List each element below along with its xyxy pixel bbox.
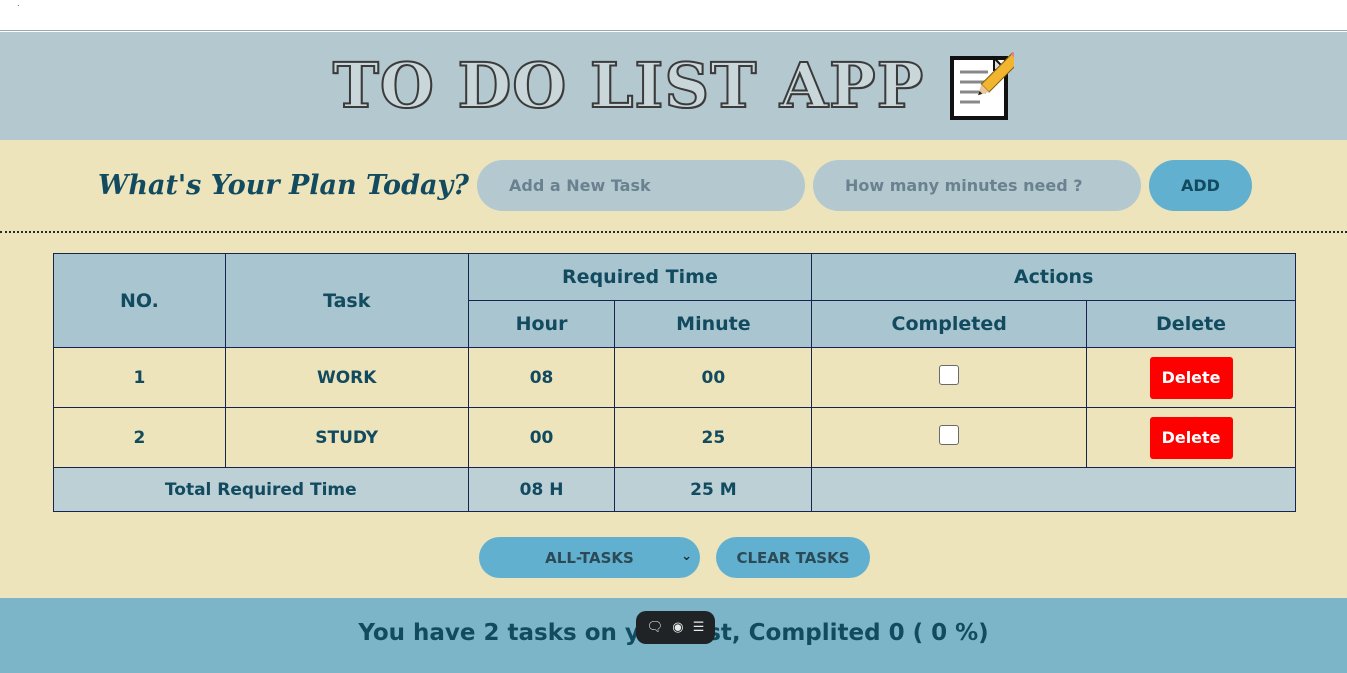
header-minute: Minute bbox=[614, 300, 813, 348]
row-no: 1 bbox=[53, 347, 226, 408]
plan-prompt: What's Your Plan Today? bbox=[98, 170, 469, 201]
delete-button[interactable]: Delete bbox=[1149, 416, 1233, 459]
total-hour: 08 H bbox=[467, 467, 616, 512]
footer-summary-bar: You have 2 tasks on your list, Complited… bbox=[0, 598, 1347, 673]
total-empty bbox=[811, 467, 1296, 512]
total-minute: 25 M bbox=[614, 467, 813, 512]
total-label: Total Required Time bbox=[53, 467, 469, 512]
new-task-form: What's Your Plan Today? ADD bbox=[0, 160, 1347, 212]
filter-select[interactable]: ALL-TASKS ⌄ bbox=[479, 537, 700, 578]
memo-pencil-icon bbox=[950, 50, 1024, 120]
task-input[interactable] bbox=[477, 160, 805, 211]
dotted-divider bbox=[0, 231, 1347, 233]
table-header-row: NO. Task Required Time Actions bbox=[53, 253, 1296, 348]
row-hour: 00 bbox=[467, 407, 616, 468]
minutes-input[interactable] bbox=[813, 160, 1141, 211]
total-row: Total Required Time 08 H 25 M bbox=[53, 467, 1296, 512]
header-no: NO. bbox=[53, 253, 226, 348]
header-delete: Delete bbox=[1086, 300, 1296, 348]
row-hour: 08 bbox=[467, 347, 616, 408]
row-task: STUDY bbox=[224, 407, 469, 468]
top-strip: . bbox=[0, 0, 1347, 31]
tasks-table: NO. Task Required Time Actions Hour Minu… bbox=[53, 253, 1296, 512]
header-task: Task bbox=[224, 253, 469, 348]
chevron-down-icon: ⌄ bbox=[681, 549, 692, 564]
filter-selected-value: ALL-TASKS bbox=[545, 548, 634, 567]
add-button[interactable]: ADD bbox=[1149, 160, 1252, 211]
top-dot: . bbox=[17, 0, 20, 8]
row-minute: 00 bbox=[614, 347, 813, 408]
row-delete-cell: Delete bbox=[1086, 407, 1296, 468]
row-completed-cell bbox=[811, 347, 1088, 408]
table-row: 2 STUDY 00 25 Delete bbox=[53, 407, 1296, 468]
floating-toolbar: 🗨 ◉ ☰ bbox=[636, 611, 715, 644]
row-task: WORK bbox=[224, 347, 469, 408]
row-delete-cell: Delete bbox=[1086, 347, 1296, 408]
row-completed-cell bbox=[811, 407, 1088, 468]
delete-button[interactable]: Delete bbox=[1149, 356, 1233, 399]
table-row: 1 WORK 08 00 Delete bbox=[53, 347, 1296, 408]
header-actions: Actions bbox=[811, 253, 1296, 301]
clear-tasks-button[interactable]: CLEAR TASKS bbox=[716, 537, 870, 578]
completed-checkbox[interactable] bbox=[939, 364, 960, 385]
toggle-icon[interactable]: ◉ bbox=[672, 621, 683, 634]
header-hour: Hour bbox=[467, 300, 616, 348]
app-header: TO DO LIST APP bbox=[0, 32, 1347, 140]
main-panel: What's Your Plan Today? ADD NO. Task Req… bbox=[0, 140, 1347, 598]
app-title: TO DO LIST APP bbox=[332, 49, 925, 122]
header-required-time: Required Time bbox=[467, 253, 813, 301]
header-completed: Completed bbox=[811, 300, 1088, 348]
comment-icon[interactable]: 🗨 bbox=[647, 621, 664, 634]
row-minute: 25 bbox=[614, 407, 813, 468]
sliders-icon[interactable]: ☰ bbox=[693, 621, 705, 634]
completed-checkbox[interactable] bbox=[939, 424, 960, 445]
row-no: 2 bbox=[53, 407, 226, 468]
